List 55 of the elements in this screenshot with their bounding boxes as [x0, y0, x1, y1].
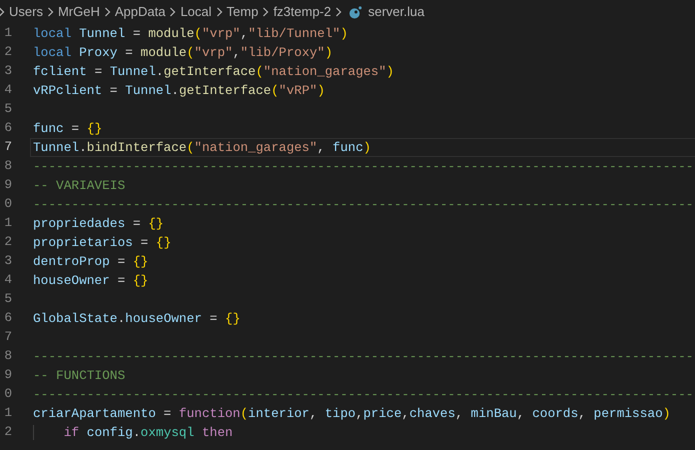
line-number: 3: [3, 252, 12, 270]
line-number: 5: [3, 290, 12, 308]
chevron-icon: [334, 7, 344, 17]
code-line: criarApartamento = function(interior, tipo,price,chaves, minBau, coords, permissao): [32, 405, 672, 423]
code-line: -- FUNCTIONS: [32, 367, 126, 385]
chevron-icon: [261, 7, 270, 17]
breadcrumb-item[interactable]: MrGeH: [58, 2, 100, 22]
breadcrumb-item[interactable]: Temp: [226, 2, 258, 22]
code-line: Tunnel.bindInterface("nation_garages", func): [30, 138, 695, 157]
line-number: 0: [3, 385, 12, 403]
line-number: 5: [3, 100, 12, 118]
chevron-icon: [214, 7, 224, 17]
line-number: 3: [3, 62, 12, 80]
code-line: vRPclient = Tunnel.getInterface("vRP"): [32, 82, 326, 100]
code-line: dentroProp = {}: [32, 253, 150, 271]
line-number: 8: [3, 157, 12, 175]
line-number: 7: [3, 138, 12, 156]
chevron-icon: [168, 7, 178, 17]
line-number: 2: [3, 423, 12, 441]
code-line: func = {}: [32, 120, 104, 138]
line-number: 9: [3, 176, 12, 194]
code-line: -- VARIAVEIS: [32, 177, 126, 195]
code-line: propriedades = {}: [32, 215, 165, 233]
chevron-icon: [102, 7, 112, 17]
line-number: 4: [3, 81, 12, 99]
code-line: --------------------------------------------------------------------------------------: [32, 348, 694, 366]
code-line: fclient = Tunnel.getInterface("nation_garages"): [32, 63, 395, 81]
chevron-icon: [46, 7, 55, 17]
breadcrumb-item[interactable]: Local: [180, 2, 212, 22]
line-number: 8: [3, 347, 12, 365]
code-line: houseOwner = {}: [32, 272, 150, 290]
breadcrumb-item[interactable]: Users: [9, 2, 43, 22]
code-line: --------------------------------------------------------------------------------------: [32, 158, 694, 176]
lua-file-icon: [349, 6, 362, 18]
line-number: 2: [3, 43, 12, 61]
code-line: GlobalState.houseOwner = {}: [32, 310, 242, 328]
line-number: 7: [3, 328, 12, 346]
line-number: 1: [3, 214, 12, 232]
code-line: if config.oxmysql then: [30, 423, 695, 442]
line-number: 0: [3, 195, 12, 213]
line-number: 9: [3, 366, 12, 384]
breadcrumb-item[interactable]: AppData: [114, 2, 166, 22]
code-line: local Proxy = module("vrp","lib/Proxy"): [32, 44, 334, 62]
code-line: --------------------------------------------------------------------------------------: [32, 386, 694, 404]
line-number: 1: [3, 404, 12, 422]
code-line: proprietarios = {}: [32, 234, 172, 252]
code-line: local Tunnel = module("vrp","lib/Tunnel"): [32, 25, 349, 43]
breadcrumb-file[interactable]: server.lua: [368, 2, 424, 22]
line-number: 6: [3, 119, 12, 137]
line-number: 6: [3, 309, 12, 327]
line-number: 4: [3, 271, 12, 289]
breadcrumb-item[interactable]: fz3temp-2: [273, 2, 332, 22]
line-number: 1: [3, 24, 12, 42]
code-line: --------------------------------------------------------------------------------------: [32, 196, 694, 214]
line-number: 2: [3, 233, 12, 251]
